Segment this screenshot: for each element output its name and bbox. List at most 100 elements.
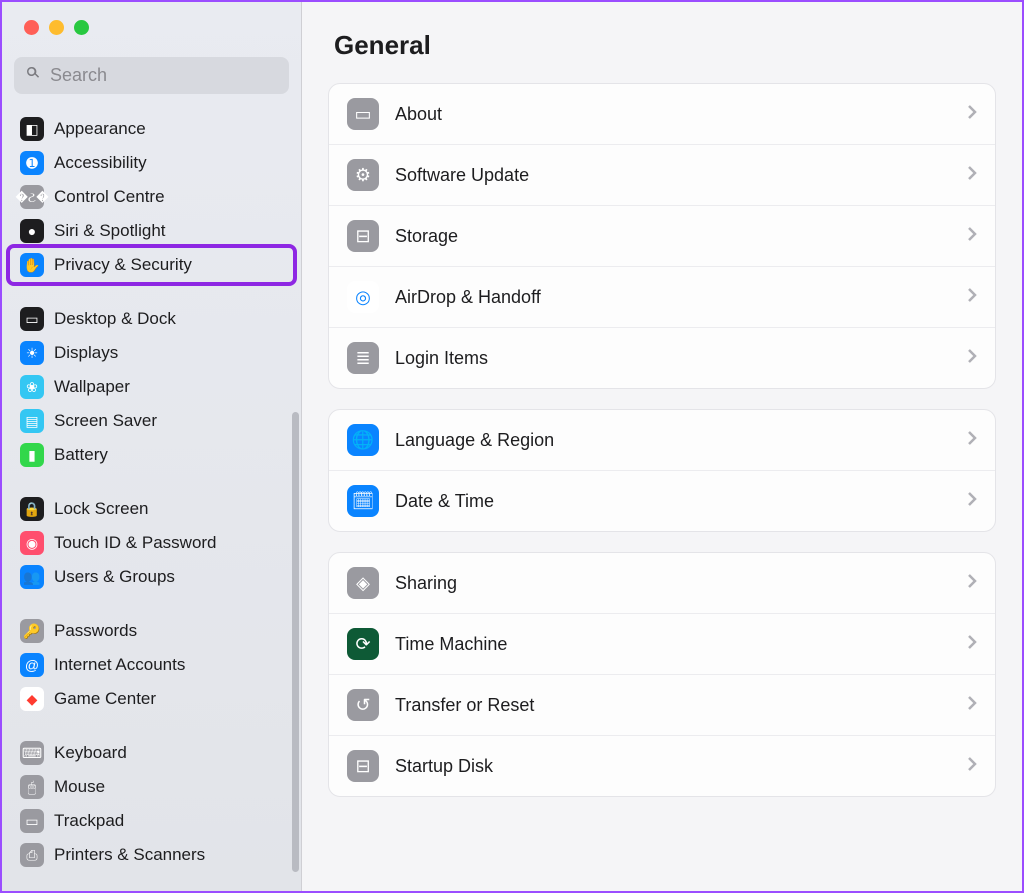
pane-row-label: Sharing: [395, 573, 951, 594]
chevron-right-icon: [967, 226, 977, 247]
siri-spotlight-icon: ●: [20, 219, 44, 243]
sidebar-item-label: Desktop & Dock: [54, 309, 176, 329]
accessibility-icon: ➊: [20, 151, 44, 175]
chevron-right-icon: [967, 430, 977, 451]
sidebar-item-game-center[interactable]: ◆ Game Center: [10, 682, 293, 716]
sidebar-item-label: Users & Groups: [54, 567, 175, 587]
window-controls: [2, 2, 301, 47]
sidebar-item-wallpaper[interactable]: ❀ Wallpaper: [10, 370, 293, 404]
sidebar-item-appearance[interactable]: ◧Appearance: [10, 112, 293, 146]
sidebar-item-mouse[interactable]: 🖱Mouse: [10, 770, 293, 804]
pane-group: ▭About⚙Software Update⊟Storage ◎ AirDrop &…: [328, 83, 996, 389]
sidebar: ◧Appearance ➊ Accessibility �ટ�Control Cent…: [2, 2, 302, 891]
pane-row-about[interactable]: ▭About: [329, 84, 995, 144]
pane-row-language-region[interactable]: 🌐 Language & Region: [329, 410, 995, 470]
language-region-icon: 🌐: [347, 424, 379, 456]
sidebar-scrollbar[interactable]: [292, 412, 299, 872]
sidebar-item-lock-screen[interactable]: 🔒Lock Screen: [10, 492, 293, 526]
touch-id-password-icon: ◉: [20, 531, 44, 555]
sidebar-item-printers-scanners[interactable]: ⎙ Printers & Scanners: [10, 838, 293, 872]
sidebar-item-label: Printers & Scanners: [54, 845, 205, 865]
sidebar-item-internet-accounts[interactable]: @Internet Accounts: [10, 648, 293, 682]
sidebar-group: 🔒Lock Screen ◉ Touch ID & Password 👥Users &…: [2, 488, 301, 598]
sidebar-item-label: Battery: [54, 445, 108, 465]
sidebar-item-label: Displays: [54, 343, 118, 363]
airdrop-handoff-icon: ◎: [347, 281, 379, 313]
pane-row-transfer-or-reset[interactable]: ↺ Transfer or Reset: [329, 674, 995, 735]
pane-row-label: Date & Time: [395, 491, 951, 512]
page-title: General: [334, 30, 996, 61]
sharing-icon: ◈: [347, 567, 379, 599]
sidebar-item-label: Game Center: [54, 689, 156, 709]
displays-icon: ☀: [20, 341, 44, 365]
pane-row-label: Software Update: [395, 165, 951, 186]
transfer-or-reset-icon: ↺: [347, 689, 379, 721]
pane-row-label: Transfer or Reset: [395, 695, 951, 716]
sidebar-item-desktop-dock[interactable]: ▭ Desktop & Dock: [10, 302, 293, 336]
chevron-right-icon: [967, 104, 977, 125]
pane-row-login-items[interactable]: ≣ Login Items: [329, 327, 995, 388]
sidebar-item-screen-saver[interactable]: ▤ Screen Saver: [10, 404, 293, 438]
sidebar-item-siri-spotlight[interactable]: ●Siri & Spotlight: [10, 214, 293, 248]
chevron-right-icon: [967, 165, 977, 186]
pane-row-label: Time Machine: [395, 634, 951, 655]
game-center-icon: ◆: [20, 687, 44, 711]
printers-scanners-icon: ⎙: [20, 843, 44, 867]
sidebar-item-label: Wallpaper: [54, 377, 130, 397]
sidebar-item-label: Control Centre: [54, 187, 165, 207]
time-machine-icon: ⟳: [347, 628, 379, 660]
settings-window: ◧Appearance ➊ Accessibility �ટ�Control Cent…: [2, 2, 1022, 891]
pane-row-sharing[interactable]: ◈ Sharing: [329, 553, 995, 613]
battery-icon: ▮: [20, 443, 44, 467]
minimize-window-button[interactable]: [49, 20, 64, 35]
passwords-icon: 🔑: [20, 619, 44, 643]
internet-accounts-icon: @: [20, 653, 44, 677]
sidebar-group: ▭ Desktop & Dock ☀ Displays ❀ Wallpaper ▤ Scree…: [2, 298, 301, 476]
desktop-dock-icon: ▭: [20, 307, 44, 331]
sidebar-group: 🔑Passwords@Internet Accounts ◆ Game Center: [2, 610, 301, 720]
sidebar-item-trackpad[interactable]: ▭ Trackpad: [10, 804, 293, 838]
pane-row-software-update[interactable]: ⚙Software Update: [329, 144, 995, 205]
sidebar-item-label: Accessibility: [54, 153, 147, 173]
pane-row-airdrop-handoff[interactable]: ◎ AirDrop & Handoff: [329, 266, 995, 327]
sidebar-item-accessibility[interactable]: ➊ Accessibility: [10, 146, 293, 180]
sidebar-item-label: Touch ID & Password: [54, 533, 217, 553]
sidebar-item-keyboard[interactable]: ⌨Keyboard: [10, 736, 293, 770]
pane-group: 🌐 Language & Region 🗓 Date & Time: [328, 409, 996, 532]
sidebar-item-control-centre[interactable]: �ટ�Control Centre: [10, 180, 293, 214]
screen-saver-icon: ▤: [20, 409, 44, 433]
sidebar-item-battery[interactable]: ▮ Battery: [10, 438, 293, 472]
main-content: General ▭About⚙Software Update⊟Storage◎A…: [302, 2, 1022, 891]
login-items-icon: ≣: [347, 342, 379, 374]
trackpad-icon: ▭: [20, 809, 44, 833]
zoom-window-button[interactable]: [74, 20, 89, 35]
sidebar-item-label: Screen Saver: [54, 411, 157, 431]
pane-row-date-time[interactable]: 🗓 Date & Time: [329, 470, 995, 531]
pane-row-label: Storage: [395, 226, 951, 247]
sidebar-group: ⌨Keyboard🖱Mouse ▭ Trackpad ⎙ Printers & Scan…: [2, 732, 301, 876]
sidebar-item-label: Keyboard: [54, 743, 127, 763]
chevron-right-icon: [967, 573, 977, 594]
pane-group: ◈ Sharing ⟳ Time Machine ↺ Transfer or Reset ⊟…: [328, 552, 996, 797]
pane-row-startup-disk[interactable]: ⊟ Startup Disk: [329, 735, 995, 796]
pane-row-storage[interactable]: ⊟Storage: [329, 205, 995, 266]
search-field[interactable]: [14, 57, 289, 94]
startup-disk-icon: ⊟: [347, 750, 379, 782]
search-input[interactable]: [48, 64, 279, 87]
pane-row-label: Login Items: [395, 348, 951, 369]
about-icon: ▭: [347, 98, 379, 130]
sidebar-item-touch-id-password[interactable]: ◉ Touch ID & Password: [10, 526, 293, 560]
close-window-button[interactable]: [24, 20, 39, 35]
sidebar-item-displays[interactable]: ☀ Displays: [10, 336, 293, 370]
pane-row-time-machine[interactable]: ⟳ Time Machine: [329, 613, 995, 674]
pane-row-label: AirDrop & Handoff: [395, 287, 951, 308]
chevron-right-icon: [967, 287, 977, 308]
date-time-icon: 🗓: [347, 485, 379, 517]
sidebar-item-users-groups[interactable]: 👥Users & Groups: [10, 560, 293, 594]
sidebar-item-passwords[interactable]: 🔑Passwords: [10, 614, 293, 648]
wallpaper-icon: ❀: [20, 375, 44, 399]
sidebar-item-privacy-security[interactable]: ✋Privacy & Security: [10, 248, 293, 282]
sidebar-item-label: Trackpad: [54, 811, 124, 831]
pane-row-label: Startup Disk: [395, 756, 951, 777]
pane-row-label: Language & Region: [395, 430, 951, 451]
